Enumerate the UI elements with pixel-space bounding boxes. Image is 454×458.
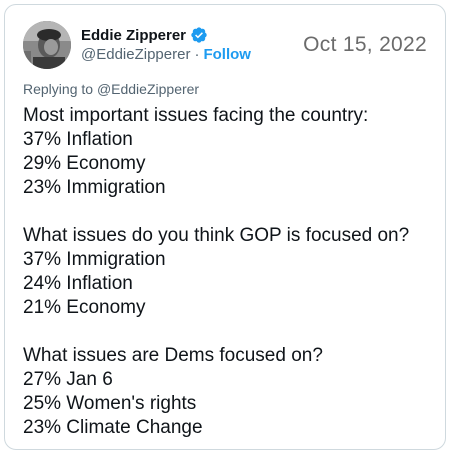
author-handle-row: @EddieZipperer · Follow (81, 46, 251, 63)
section-heading: What issues are Dems focused on? (23, 345, 323, 366)
author-name-row: Eddie Zipperer (81, 25, 208, 45)
replying-to: Replying to @EddieZipperer (23, 81, 199, 97)
replying-to-mention[interactable]: @EddieZipperer (97, 81, 199, 97)
separator-dot: · (194, 46, 200, 63)
list-item: 23% Immigration (23, 177, 166, 198)
list-item: 25% Women's rights (23, 393, 197, 414)
list-item: 27% Jan 6 (23, 369, 113, 390)
list-item: 37% Immigration (23, 249, 166, 270)
list-item: 23% Climate Change (23, 417, 203, 438)
tweet-card: Eddie Zipperer @EddieZipperer · Follow O… (4, 4, 446, 450)
avatar-photo-icon (23, 21, 71, 69)
list-item: 29% Economy (23, 153, 146, 174)
author-display-name[interactable]: Eddie Zipperer (81, 27, 186, 44)
author-handle[interactable]: @EddieZipperer (81, 46, 190, 63)
section-heading: What issues do you think GOP is focused … (23, 225, 410, 246)
list-item: 21% Economy (23, 297, 146, 318)
tweet-text: Most important issues facing the country… (23, 104, 433, 440)
tweet-date: Oct 15, 2022 (303, 33, 427, 56)
replying-to-prefix: Replying to (23, 81, 94, 97)
follow-button[interactable]: Follow (203, 46, 251, 63)
avatar[interactable] (23, 21, 71, 69)
list-item: 37% Inflation (23, 129, 133, 150)
section-heading: Most important issues facing the country… (23, 105, 369, 126)
list-item: 24% Inflation (23, 273, 133, 294)
verified-badge-icon (190, 26, 208, 44)
